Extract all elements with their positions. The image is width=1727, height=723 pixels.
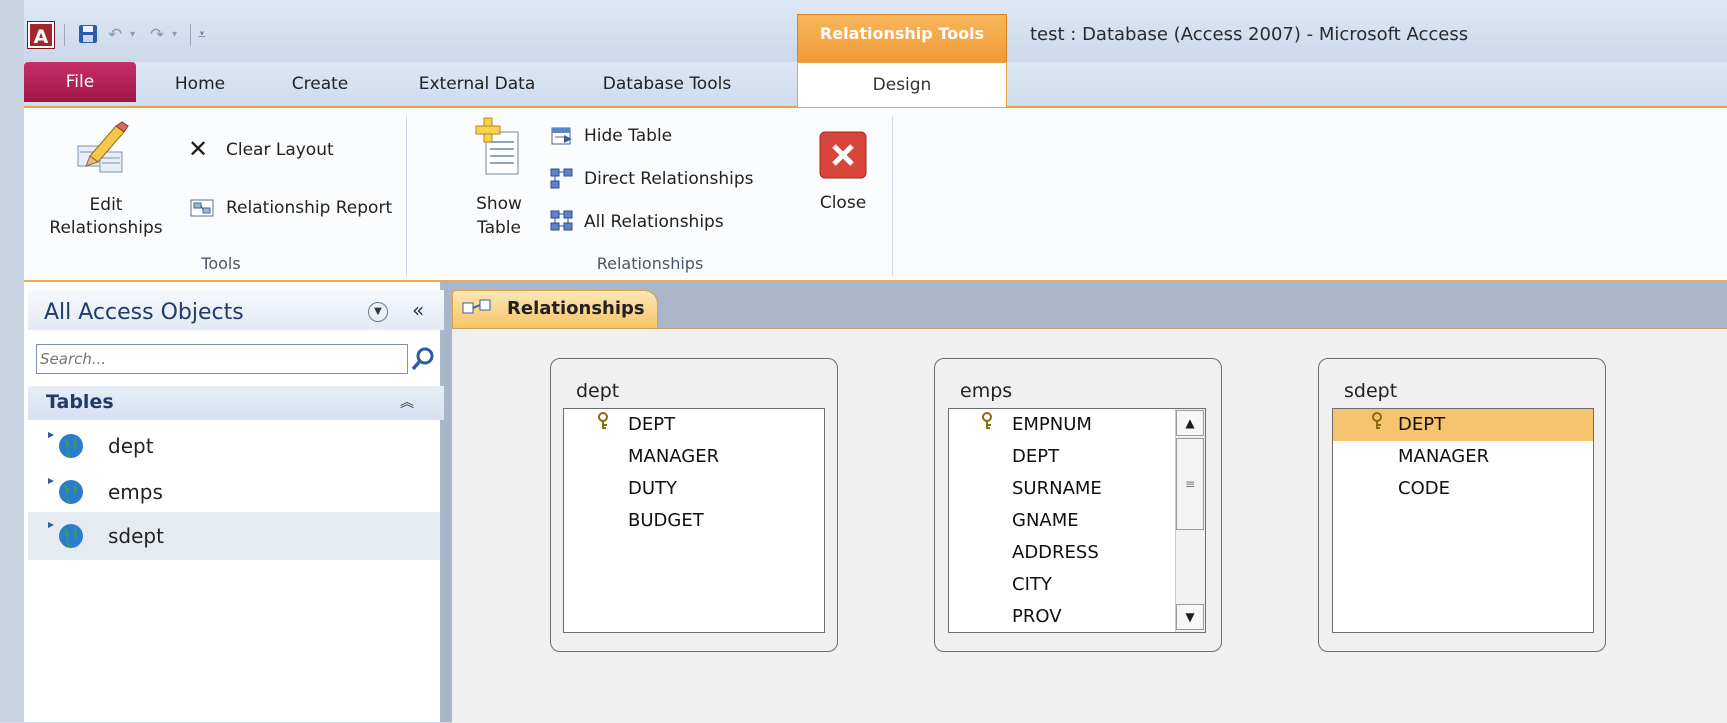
field-item-selected[interactable]: DEPT: [1398, 414, 1445, 435]
field-item[interactable]: PROV: [1012, 606, 1062, 627]
tables-section-label[interactable]: Tables: [46, 391, 114, 413]
field-item[interactable]: DUTY: [628, 478, 677, 499]
linked-table-icon: [44, 520, 92, 550]
primary-key-icon: [980, 412, 994, 430]
search-icon[interactable]: [408, 344, 438, 374]
nav-item-label[interactable]: dept: [108, 434, 154, 458]
collapse-section-icon[interactable]: ︽: [400, 392, 414, 412]
field-item[interactable]: SURNAME: [1012, 478, 1102, 499]
scroll-thumb[interactable]: ≡: [1176, 438, 1204, 530]
document-tab-label[interactable]: Relationships: [507, 298, 645, 319]
tools-group-label: Tools: [201, 254, 241, 273]
field-item[interactable]: DEPT: [1012, 446, 1059, 467]
tab-home[interactable]: Home: [160, 62, 240, 106]
edit-relationships-button[interactable]: Edit: [36, 195, 176, 215]
relationship-report-icon[interactable]: [190, 198, 214, 218]
direct-relationships-icon[interactable]: [550, 168, 574, 190]
close-relationships-icon[interactable]: [818, 130, 868, 180]
scroll-up-icon[interactable]: ▲: [1176, 410, 1204, 436]
redo-dropdown-icon[interactable]: ▾: [172, 24, 184, 46]
collapse-pane-icon[interactable]: «: [412, 298, 424, 322]
primary-key-icon: [1370, 412, 1384, 430]
hide-table-button[interactable]: Hide Table: [584, 126, 672, 146]
close-button[interactable]: Close: [800, 193, 886, 213]
show-table-button[interactable]: Show: [464, 194, 534, 214]
undo-dropdown-icon[interactable]: ▾: [130, 24, 142, 46]
relationships-icon: [462, 299, 492, 319]
show-table-icon[interactable]: [470, 116, 528, 180]
direct-relationships-button[interactable]: Direct Relationships: [584, 169, 754, 189]
scroll-down-icon[interactable]: ▼: [1176, 604, 1204, 630]
field-item[interactable]: CODE: [1398, 478, 1450, 499]
tab-design[interactable]: Design: [797, 62, 1007, 107]
relationship-report-button[interactable]: Relationship Report: [226, 198, 392, 218]
field-item[interactable]: BUDGET: [628, 510, 704, 531]
tab-file[interactable]: File: [24, 62, 136, 102]
linked-table-icon: [44, 476, 92, 506]
access-logo-icon[interactable]: A: [28, 22, 54, 48]
table-box-title[interactable]: emps: [960, 380, 1012, 402]
field-list[interactable]: [1332, 408, 1594, 633]
clear-layout-icon[interactable]: ✕: [188, 137, 208, 161]
redo-icon[interactable]: ↷: [150, 24, 172, 46]
field-item[interactable]: ADDRESS: [1012, 542, 1099, 563]
clear-layout-button[interactable]: Clear Layout: [226, 140, 334, 160]
field-item[interactable]: MANAGER: [1398, 446, 1489, 467]
all-relationships-button[interactable]: All Relationships: [584, 212, 724, 232]
field-item[interactable]: DEPT: [628, 414, 675, 435]
table-box-title[interactable]: dept: [576, 380, 619, 402]
primary-key-icon: [596, 412, 610, 430]
toolbar-separator: [64, 24, 65, 46]
search-input[interactable]: [40, 346, 400, 372]
table-box-title[interactable]: sdept: [1344, 380, 1397, 402]
edit-relationships-button-label[interactable]: Relationships: [36, 218, 176, 238]
save-icon[interactable]: [78, 24, 98, 46]
toolbar-separator: [190, 24, 191, 46]
group-separator: [892, 116, 893, 276]
edit-relationships-icon[interactable]: [72, 120, 138, 176]
window-title: test : Database (Access 2007) - Microsof…: [1030, 24, 1469, 45]
linked-table-icon: [44, 430, 92, 460]
nav-item-label[interactable]: sdept: [108, 524, 164, 548]
background-window-edge: [0, 0, 25, 722]
field-item[interactable]: GNAME: [1012, 510, 1079, 531]
customize-toolbar-icon[interactable]: ⩡: [198, 24, 214, 46]
all-relationships-icon[interactable]: [550, 210, 574, 232]
relationships-group-label: Relationships: [596, 254, 704, 273]
tab-database-tools[interactable]: Database Tools: [590, 62, 744, 106]
nav-item-label[interactable]: emps: [108, 480, 163, 504]
undo-icon[interactable]: ↶: [108, 24, 130, 46]
tab-external-data[interactable]: External Data: [402, 62, 552, 106]
navigation-pane-title[interactable]: All Access Objects: [44, 300, 244, 325]
tab-create[interactable]: Create: [278, 62, 362, 106]
context-tab-title: Relationship Tools: [819, 24, 985, 43]
field-item[interactable]: CITY: [1012, 574, 1052, 595]
chevron-down-icon[interactable]: ▼: [368, 302, 388, 322]
field-item[interactable]: MANAGER: [628, 446, 719, 467]
group-separator: [406, 116, 407, 276]
field-item[interactable]: EMPNUM: [1012, 414, 1092, 435]
hide-table-icon[interactable]: [550, 126, 574, 146]
show-table-button-label[interactable]: Table: [464, 218, 534, 238]
